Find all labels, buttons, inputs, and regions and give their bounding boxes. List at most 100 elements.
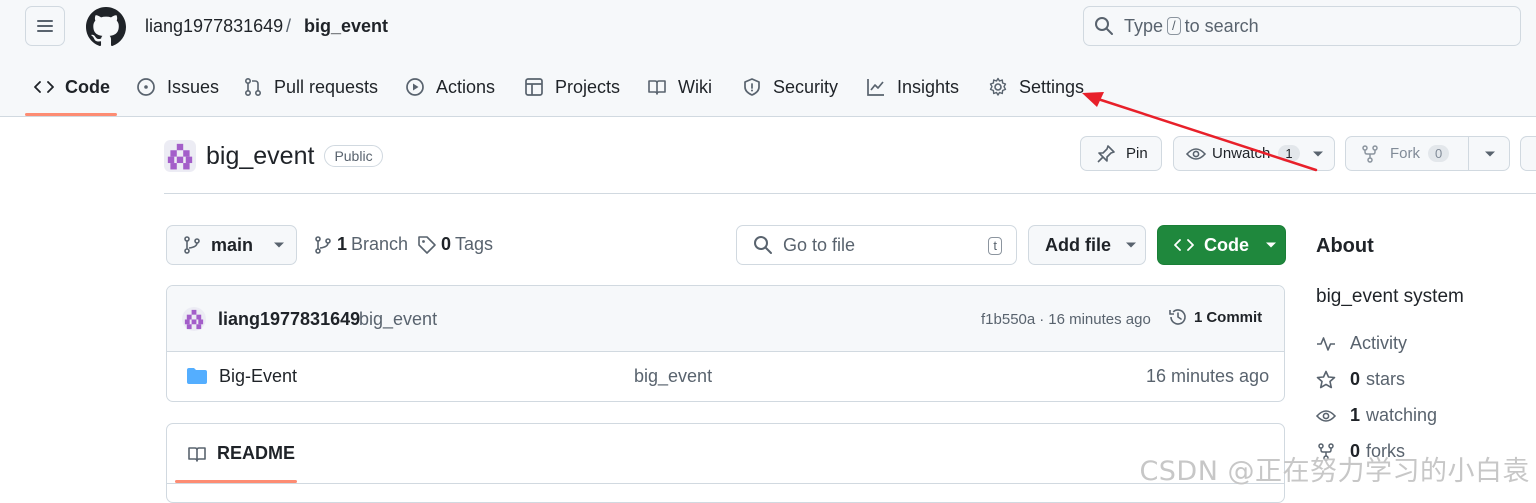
file-name[interactable]: Big-Event: [219, 366, 297, 387]
file-row[interactable]: Big-Event big_event 16 minutes ago: [167, 352, 1284, 401]
branch-label: Branch: [351, 234, 409, 254]
tab-code-label: Code: [65, 76, 110, 97]
code-button[interactable]: Code: [1157, 225, 1286, 265]
visibility-badge: Public: [324, 145, 383, 167]
file-commit-message[interactable]: big_event: [634, 366, 712, 387]
tab-insights-label: Insights: [897, 76, 960, 97]
watching-count: 1: [1350, 405, 1361, 425]
tab-security[interactable]: Security: [742, 73, 838, 101]
tab-wiki-label: Wiki: [678, 76, 712, 97]
folder-icon: [187, 368, 207, 384]
menu-button[interactable]: [25, 6, 65, 46]
watch-count: 1: [1278, 145, 1300, 162]
search-icon: [754, 236, 772, 254]
latest-commit-bar: liang1977831649 big_event f1b550a · 16 m…: [167, 286, 1284, 352]
commit-message[interactable]: big_event: [359, 309, 437, 330]
unwatch-button[interactable]: Unwatch 1: [1173, 136, 1335, 171]
active-tab-indicator: [25, 113, 117, 116]
hamburger-icon: [37, 20, 53, 32]
tab-projects-label: Projects: [555, 76, 621, 97]
pulse-icon: [1317, 336, 1335, 351]
chevron-down-icon: [1266, 242, 1276, 248]
activity-label: Activity: [1350, 333, 1408, 353]
about-description: big_event system: [1316, 286, 1464, 307]
tab-wiki[interactable]: Wiki: [647, 73, 712, 101]
fork-button[interactable]: Fork 0: [1345, 136, 1510, 171]
stars-link[interactable]: 0 stars: [1316, 369, 1405, 390]
add-file-label: Add file: [1045, 234, 1111, 255]
play-icon: [406, 78, 424, 96]
commits-link[interactable]: 1 Commit: [1168, 307, 1262, 327]
readme-divider: [167, 483, 1284, 484]
tab-insights[interactable]: Insights: [866, 73, 959, 101]
table-icon: [525, 78, 543, 96]
about-heading: About: [1316, 235, 1374, 257]
author-avatar[interactable]: [182, 307, 206, 331]
tab-issues[interactable]: Issues: [136, 73, 219, 101]
book-icon: [188, 446, 206, 462]
star-icon: [1316, 370, 1336, 388]
tab-code[interactable]: Code: [34, 73, 110, 101]
go-to-file-placeholder: Go to file: [783, 234, 856, 255]
fork-icon: [1362, 144, 1378, 163]
commit-meta: f1b550a · 16 minutes ago: [981, 311, 1151, 328]
search-prefix: Type: [1124, 15, 1164, 36]
commit-meta-separator: ·: [1039, 311, 1045, 328]
tab-actions-label: Actions: [436, 76, 496, 97]
go-to-file-input[interactable]: Go to file t: [736, 225, 1017, 265]
gear-icon: [989, 77, 1007, 96]
tab-pull-requests[interactable]: Pull requests: [243, 73, 378, 101]
branch-selector[interactable]: main: [166, 225, 297, 265]
code-button-label: Code: [1204, 234, 1249, 255]
tag-count: 0: [441, 234, 452, 254]
breadcrumb-owner[interactable]: liang1977831649: [145, 16, 283, 37]
branch-icon: [315, 235, 331, 254]
star-button[interactable]: [1520, 136, 1536, 171]
repo-header-divider: [164, 193, 1536, 194]
graph-icon: [867, 79, 884, 96]
breadcrumb-repo[interactable]: big_event: [304, 16, 388, 37]
commit-count: 1: [1194, 308, 1203, 326]
readme-label: README: [217, 443, 296, 463]
tags-link[interactable]: 0 Tags: [417, 234, 493, 255]
eye-icon: [1316, 409, 1336, 422]
search-input[interactable]: Type / to search: [1083, 6, 1521, 46]
go-to-file-shortcut: t: [988, 237, 1002, 255]
activity-link[interactable]: Activity: [1316, 333, 1407, 354]
code-icon: [34, 81, 54, 93]
tab-actions[interactable]: Actions: [405, 73, 495, 101]
tag-icon: [418, 235, 436, 254]
pin-icon: [1097, 144, 1115, 163]
branches-link[interactable]: 1 Branch: [314, 234, 408, 255]
file-list: liang1977831649 big_event f1b550a · 16 m…: [166, 285, 1285, 402]
tab-settings[interactable]: Settings: [988, 73, 1084, 101]
unwatch-label: Unwatch: [1212, 145, 1271, 162]
search-icon: [1095, 17, 1113, 35]
commit-hash[interactable]: f1b550a: [981, 311, 1035, 328]
repo-avatar: [164, 140, 196, 172]
tab-projects[interactable]: Projects: [524, 73, 620, 101]
add-file-button[interactable]: Add file: [1028, 225, 1146, 265]
chevron-down-icon: [1126, 242, 1136, 248]
issue-icon: [137, 78, 155, 96]
chevron-down-icon: [1485, 151, 1495, 157]
branch-count: 1: [337, 234, 348, 254]
breadcrumb-separator: /: [286, 16, 292, 36]
stars-count: 0: [1350, 369, 1361, 389]
eye-icon: [1186, 147, 1206, 160]
stars-label: stars: [1366, 369, 1406, 389]
chevron-down-icon: [274, 242, 285, 248]
tab-security-label: Security: [773, 76, 839, 97]
history-icon: [1169, 309, 1186, 325]
pin-button[interactable]: Pin: [1080, 136, 1162, 171]
repo-name[interactable]: big_event: [206, 142, 314, 171]
tag-label: Tags: [455, 234, 494, 254]
fork-count: 0: [1428, 145, 1450, 162]
readme-tab[interactable]: README: [187, 443, 295, 464]
github-logo[interactable]: [86, 7, 126, 47]
watching-label: watching: [1366, 405, 1438, 425]
pull-request-icon: [244, 77, 262, 97]
tab-pull-requests-label: Pull requests: [274, 76, 379, 97]
commit-author[interactable]: liang1977831649: [218, 309, 360, 330]
watching-link[interactable]: 1 watching: [1316, 405, 1437, 426]
